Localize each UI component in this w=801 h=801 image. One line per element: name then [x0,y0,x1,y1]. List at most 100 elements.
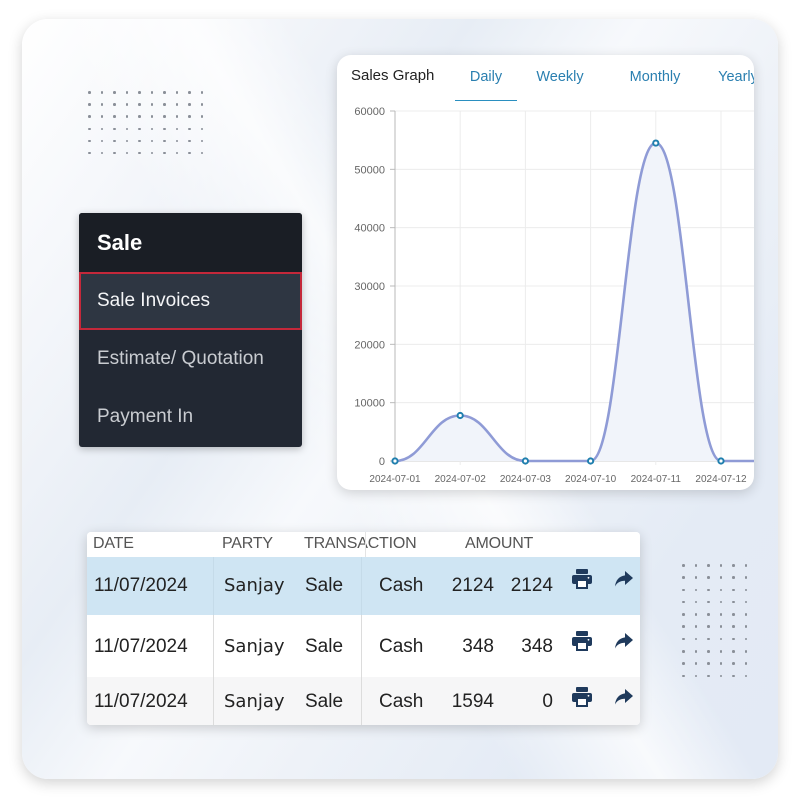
decorative-dot [732,613,735,616]
cell-payment-mode: Cash [379,691,424,712]
decorative-dot [744,576,747,579]
table-row[interactable]: 11/07/2024 Sanjay Sale Cash 1594 0 [87,677,640,725]
decorative-dot [719,600,722,604]
decorative-dot [150,151,153,155]
sales-line-chart: 0 10000 20000 30000 40000 50000 60000 2024-07-0… [354,106,754,485]
cell-transaction: Sale [305,575,344,596]
decorative-dot [175,127,178,131]
decorative-dot [744,637,747,641]
decorative-dot [694,650,697,653]
table-row[interactable]: 11/07/2024 Sanjay Sale Cash 2124 2124 [87,557,640,615]
menu-item-label: Estimate/ Quotation [97,348,264,369]
y-tick-label: 40000 [354,223,385,235]
print-icon[interactable] [569,568,595,590]
share-icon[interactable] [611,568,637,590]
header-party[interactable]: PARTY [222,535,273,553]
decorative-dot [694,576,697,579]
decorative-dot [150,127,153,131]
decorative-dot [732,576,735,579]
decorative-dot [138,127,141,131]
decorative-dot [200,127,203,131]
decorative-dot [88,103,91,106]
decorative-dot [113,115,116,118]
decorative-dot [707,674,710,678]
decorative-dot [138,139,141,143]
decorative-dot [694,564,697,567]
decorative-dot [150,115,153,118]
decorative-dot [200,103,203,106]
decorative-dot [719,588,722,592]
decorative-dot [732,600,735,604]
decorative-dot [113,127,116,131]
y-tick-label: 0 [379,456,385,468]
x-tick-label: 2024-07-12 [695,474,747,485]
y-tick-label: 20000 [354,339,385,351]
decorative-dot [707,650,710,653]
decorative-dot [682,564,685,567]
decorative-dot [719,625,722,628]
decorative-dot [125,151,128,155]
sale-menu: Sale Sale Invoices Estimate/ Quotation P… [79,213,302,447]
decorative-dot [719,662,722,665]
decorative-dot [188,115,191,118]
menu-item-sale-invoices[interactable]: Sale Invoices [79,272,302,330]
decorative-dot [694,662,697,665]
table-row[interactable]: 11/07/2024 Sanjay Sale Cash 348 348 [87,615,640,677]
decorative-dot [744,600,747,604]
decorative-dot [707,637,710,641]
decorative-dot [150,103,153,106]
decorative-dot [113,139,116,143]
decorative-dot [113,91,116,94]
series-area-fill [395,143,754,461]
header-transaction[interactable]: TRANSACTION [304,535,417,553]
decorative-dot [100,103,103,106]
decorative-dot [100,115,103,118]
x-tick-label: 2024-07-10 [565,474,617,485]
decorative-dot [719,576,722,579]
chart-axes [390,110,396,462]
decorative-dot [707,662,710,665]
decorative-dot [100,139,103,143]
decorative-dot [163,103,166,106]
decorative-dot [719,613,722,616]
header-amount[interactable]: AMOUNT [465,535,533,553]
print-icon[interactable] [569,686,595,708]
share-icon[interactable] [611,630,637,652]
data-point [521,457,529,465]
cell-date: 11/07/2024 [94,636,188,657]
decorative-dot [732,625,735,628]
column-divider [213,557,214,615]
menu-item-label: Payment In [97,406,194,427]
x-tick-label: 2024-07-03 [500,474,552,485]
column-divider [361,615,362,677]
print-icon[interactable] [569,630,595,652]
decorative-dot [744,662,747,665]
cell-payment-mode: Cash [379,636,424,657]
decorative-dot [200,115,203,118]
decorative-dot [188,139,191,143]
header-date[interactable]: DATE [93,535,134,553]
decorative-dot [188,151,191,155]
decorative-dot [707,600,710,604]
decorative-dot [682,600,685,604]
decorative-dot [113,151,116,155]
decorative-dot [125,127,128,131]
share-icon[interactable] [611,686,637,708]
decorative-dot [138,151,141,155]
menu-item-payment-in[interactable]: Payment In [79,388,302,446]
decorative-dot [125,91,128,94]
decorative-dot [88,115,91,118]
menu-item-estimate-quotation[interactable]: Estimate/ Quotation [79,330,302,388]
y-tick-label: 10000 [354,398,385,410]
decorative-dot [88,91,91,94]
x-tick-label: 2024-07-01 [369,474,421,485]
header-divider [365,532,366,557]
decorative-dot [682,674,685,678]
cell-total-amount: 1594 [451,691,494,712]
decorative-dot-grid-top-left [88,91,213,164]
decorative-dot [163,127,166,131]
decorative-dot [175,151,178,155]
decorative-dot [732,564,735,567]
transactions-table: DATE PARTY TRANSACTION AMOUNT 11/07/2024… [87,532,640,725]
cell-date: 11/07/2024 [94,691,188,712]
